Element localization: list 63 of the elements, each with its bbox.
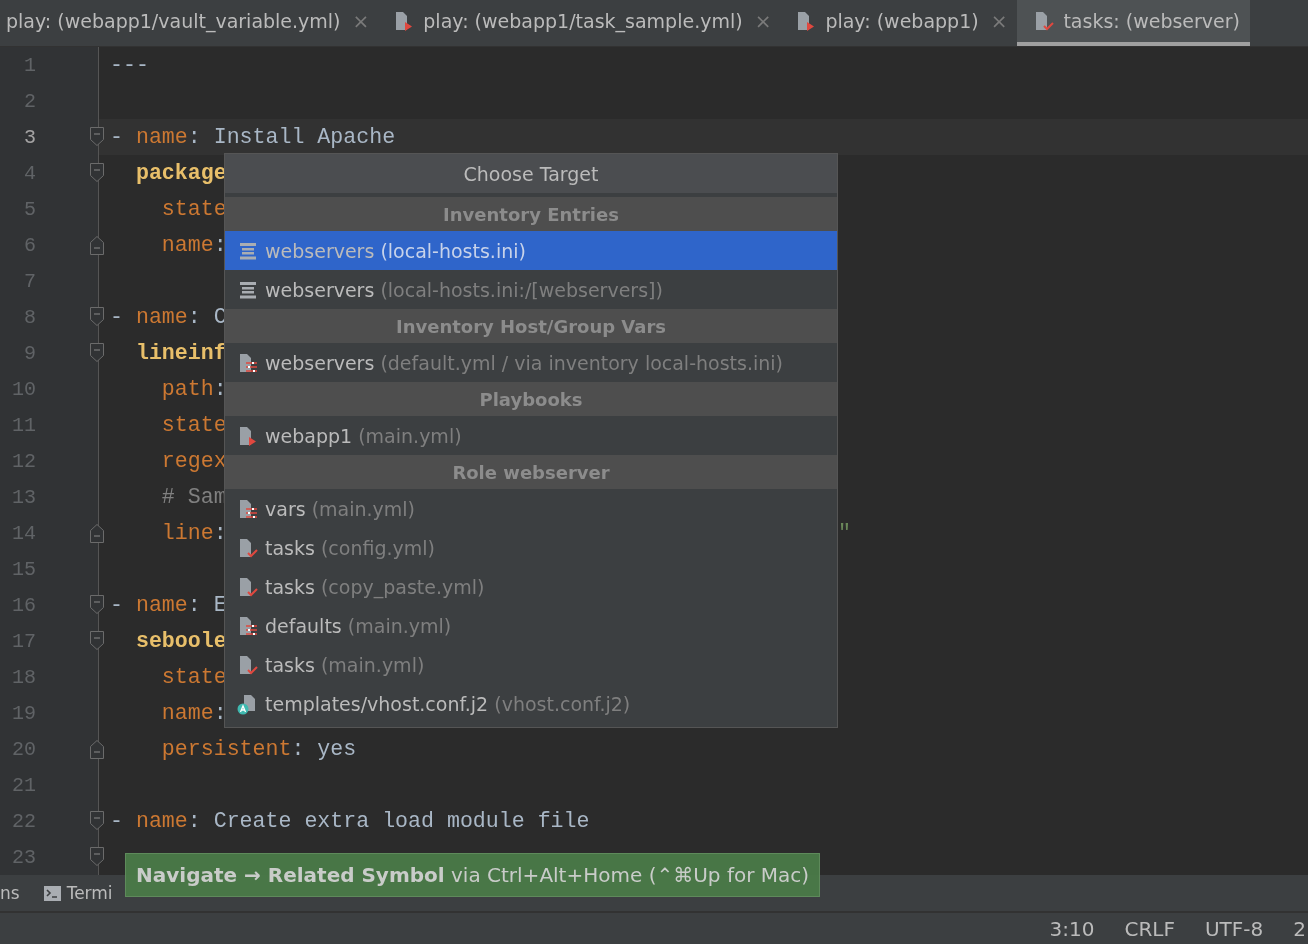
fold-icon[interactable] [89,126,105,148]
code-line: lineinf [134,341,227,365]
file-check-icon [237,653,259,676]
section-header: Playbooks [225,382,837,416]
fold-icon[interactable] [89,522,105,544]
target-item[interactable]: tasks (config.yml) [225,528,837,567]
section-header: Role webserver [225,455,837,489]
status-item[interactable]: UTF-8 [1204,916,1264,941]
code-line: state [160,413,227,437]
tool-window-button[interactable]: ns [0,883,20,903]
line-number: 3 [23,125,36,149]
fold-icon[interactable] [89,810,105,832]
status-item[interactable]: 2 [1293,916,1306,941]
code-line: path: [160,377,227,401]
file-play-icon [237,424,259,447]
fold-icon[interactable] [89,306,105,328]
editor-tab[interactable]: play: (webapp1) × [781,0,1018,46]
code-line: - name: Create extra load module file [110,809,590,833]
code-line: name: [160,233,227,257]
section-header: Inventory Entries [225,197,837,231]
target-item[interactable]: webservers (local-hosts.ini) [225,231,837,270]
target-item[interactable]: tasks (main.yml) [225,645,837,684]
popup-title: Choose Target [225,154,837,193]
code-fragment: " [838,521,851,545]
status-item[interactable]: CRLF [1124,916,1175,941]
code-line: line: [160,521,227,545]
code-line: state [160,197,227,221]
fold-icon[interactable] [89,630,105,652]
file-check-icon [237,575,259,598]
file-settings-icon [237,351,259,374]
code-line: state [160,665,227,689]
file-check-icon [237,536,259,559]
file-settings-icon [237,614,259,637]
code-line: regex [160,449,227,473]
target-item[interactable]: webservers (default.yml / via inventory local-hosts.ini) [225,343,837,382]
section-header: Inventory Host/Group Vars [225,309,837,343]
code-line: seboole [134,629,227,653]
fold-icon[interactable] [89,594,105,616]
code-line: --- [110,53,149,77]
tool-window-button[interactable]: Termi [66,883,113,903]
file-check-icon [1033,10,1056,32]
fold-icon[interactable] [89,162,105,184]
fold-icon[interactable] [89,342,105,364]
fold-icon[interactable] [89,738,105,760]
target-item[interactable]: templates/vhost.conf.j2 (vhost.conf.j2) [225,684,837,723]
target-item[interactable]: webapp1 (main.yml) [225,416,837,455]
fold-icon[interactable] [89,234,105,256]
code-line: persistent: yes [160,737,357,761]
file-settings-icon [237,497,259,520]
code-line: name: [160,701,227,725]
code-line: - name: Install Apache [110,125,396,149]
status-item[interactable]: 3:10 [1049,916,1095,941]
target-item[interactable]: defaults (main.yml) [225,606,837,645]
terminal-icon[interactable] [43,885,61,901]
target-item[interactable]: vars (main.yml) [225,489,837,528]
target-item[interactable]: webservers (local-hosts.ini:/[webservers]) [225,270,837,309]
fold-icon[interactable] [89,846,105,868]
code-line: package [134,161,227,185]
hint-tooltip: Navigate → Related Symbol via Ctrl+Alt+Home (⌃⌘Up for Mac) [125,853,821,897]
editor-tab[interactable]: tasks: (webserver) [1017,0,1251,46]
target-item[interactable]: tasks (copy_paste.yml) [225,567,837,606]
editor-tab[interactable]: play: (webapp1/vault_variable.yml) × [0,0,380,46]
editor-tab[interactable]: play: (webapp1/task_sample.yml) × [379,0,782,46]
